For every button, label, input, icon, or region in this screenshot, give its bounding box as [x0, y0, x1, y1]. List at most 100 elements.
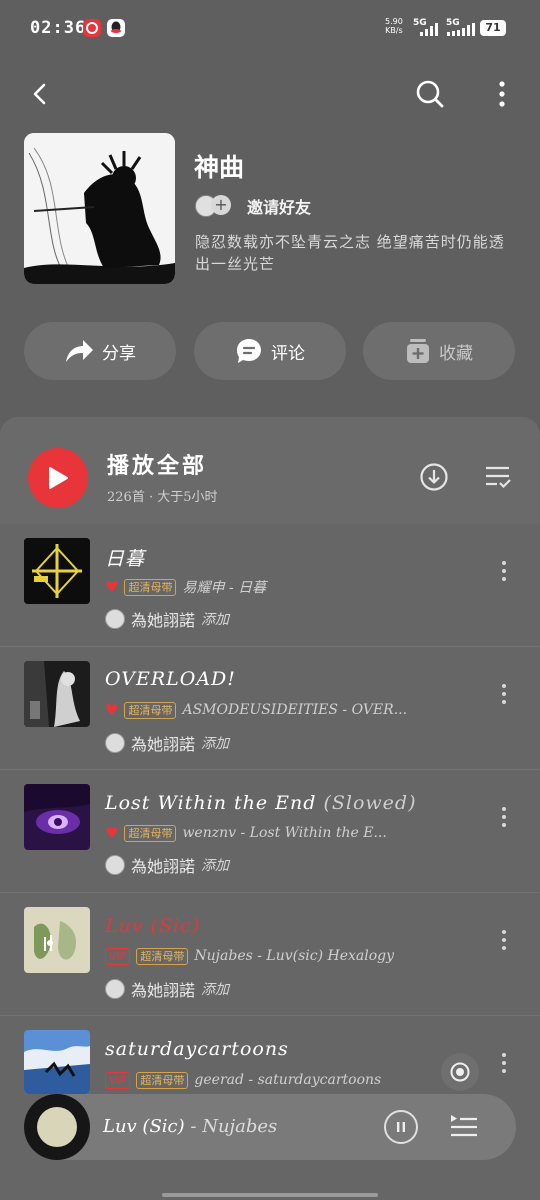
quality-tag: 超清母带 — [136, 1071, 189, 1089]
added-by: 為她詡諾 添加 — [105, 977, 229, 1001]
playlist-icon — [451, 1115, 477, 1137]
quality-tag: 超清母带 — [124, 824, 177, 842]
now-playing-text[interactable]: Luv (Sic) - Nujabes — [103, 1116, 277, 1137]
chevron-left-icon — [33, 83, 46, 105]
play-icon — [49, 467, 68, 489]
comment-label: 评论 — [271, 343, 305, 364]
more-button[interactable] — [482, 74, 522, 114]
queue-button[interactable] — [444, 1107, 484, 1147]
song-version: (Slowed) — [323, 792, 417, 814]
adder-avatar — [105, 855, 125, 875]
invite-plus-icon[interactable]: + — [211, 195, 231, 215]
status-time: 02:36 — [30, 18, 87, 38]
more-vertical-icon — [499, 81, 505, 107]
adder-name: 為她詡諾 — [131, 735, 196, 754]
now-playing-disc[interactable] — [24, 1094, 90, 1160]
song-meta: ♥ 超清母带 ASMODEUSIDEITIES - OVER... — [105, 701, 407, 719]
song-title: saturdaycartoons — [105, 1038, 289, 1060]
adder-avatar — [105, 609, 125, 629]
now-playing-title: Luv (Sic) — [103, 1116, 185, 1137]
net-speed-value: 5.90 — [385, 17, 403, 26]
liked-heart-icon[interactable]: ♥ — [105, 578, 118, 596]
collect-icon — [407, 339, 429, 363]
quality-tag: 超清母带 — [136, 947, 189, 965]
song-meta: VIP 超清母带 Nujabes - Luv(sic) Hexalogy — [105, 947, 394, 965]
song-info: Nujabes - Luv(sic) Hexalogy — [194, 948, 395, 964]
status-bar: 02:36 5.90 KB/s 5G 5G 71 — [0, 0, 540, 58]
comment-button[interactable]: 评论 — [194, 322, 346, 380]
song-info: ASMODEUSIDEITIES - OVER... — [182, 702, 408, 718]
search-icon — [416, 80, 444, 108]
share-button[interactable]: 分享 — [24, 322, 176, 380]
added-by: 為她詡諾 添加 — [105, 607, 229, 631]
song-title: Lost Within the End (Slowed) — [105, 792, 416, 814]
added-verb: 添加 — [201, 736, 230, 752]
adder-avatar — [105, 733, 125, 753]
vip-tag: VIP — [105, 947, 131, 965]
signal-icon — [447, 22, 475, 36]
list-check-icon — [486, 466, 511, 489]
song-more-button[interactable] — [494, 679, 514, 709]
locate-icon — [450, 1062, 470, 1082]
song-meta: VIP 超清母带 geerad - saturdaycartoons — [105, 1071, 381, 1089]
song-title: Luv (Sic) — [105, 915, 201, 937]
collect-button[interactable]: 收藏 — [363, 322, 515, 380]
back-button[interactable] — [20, 74, 60, 114]
locate-playing-button[interactable] — [441, 1053, 479, 1091]
song-thumbnail — [24, 661, 90, 727]
song-meta: ♥ 超清母带 wenznv - Lost Within the E... — [105, 824, 387, 842]
download-icon — [420, 463, 448, 491]
song-info: 易耀申 - 日暮 — [182, 580, 267, 596]
playlist-title: 神曲 — [194, 153, 245, 182]
signal-icon — [420, 22, 438, 36]
play-all-button[interactable] — [28, 448, 88, 508]
home-indicator[interactable] — [162, 1193, 378, 1197]
song-thumbnail — [24, 907, 90, 973]
song-thumbnail — [24, 784, 90, 850]
play-all-label[interactable]: 播放全部 — [107, 448, 207, 480]
song-title: OVERLOAD! — [105, 668, 236, 690]
song-title-text: Lost Within the End — [105, 792, 317, 814]
song-more-button[interactable] — [494, 556, 514, 586]
song-thumbnail — [24, 1030, 90, 1094]
quality-tag: 超清母带 — [124, 701, 177, 719]
song-info: geerad - saturdaycartoons — [194, 1072, 382, 1088]
song-count: 226首 · 大于5小时 — [107, 490, 218, 505]
net-speed-unit: KB/s — [385, 26, 403, 35]
song-more-button[interactable] — [494, 802, 514, 832]
song-title: 日暮 — [105, 548, 146, 570]
added-verb: 添加 — [201, 982, 230, 998]
share-label: 分享 — [102, 343, 136, 364]
playlist-description[interactable]: 隐忍数载亦不坠青云之志 绝望痛苦时仍能透出一丝光芒 — [195, 231, 515, 275]
liked-heart-icon[interactable]: ♥ — [105, 824, 118, 842]
share-icon — [66, 340, 93, 362]
netease-app-icon — [83, 19, 101, 37]
added-by: 為她詡諾 添加 — [105, 853, 229, 877]
qq-app-icon — [107, 19, 125, 37]
download-button[interactable] — [414, 457, 454, 497]
song-more-button[interactable] — [494, 925, 514, 955]
pause-button[interactable] — [384, 1110, 418, 1144]
pause-icon — [397, 1122, 405, 1132]
adder-name: 為她詡諾 — [131, 857, 196, 876]
invite-friends-link[interactable]: 邀请好友 — [247, 194, 311, 218]
now-playing-artist: Nujabes — [202, 1116, 278, 1137]
quality-tag: 超清母带 — [124, 578, 177, 596]
adder-avatar — [105, 979, 125, 999]
adder-name: 為她詡諾 — [131, 981, 196, 1000]
search-button[interactable] — [410, 74, 450, 114]
now-playing-cover — [37, 1107, 77, 1147]
added-by: 為她詡諾 添加 — [105, 731, 229, 755]
playlist-cover[interactable] — [24, 133, 175, 284]
comment-icon — [237, 339, 261, 363]
liked-heart-icon[interactable]: ♥ — [105, 701, 118, 719]
vip-tag: VIP — [105, 1071, 131, 1089]
net-speed: 5.90 KB/s — [385, 17, 403, 35]
added-verb: 添加 — [201, 612, 230, 628]
adder-name: 為她詡諾 — [131, 611, 196, 630]
multiselect-button[interactable] — [478, 457, 518, 497]
song-info: wenznv - Lost Within the E... — [182, 825, 387, 841]
song-thumbnail — [24, 538, 90, 604]
song-more-button[interactable] — [494, 1048, 514, 1078]
song-meta: ♥ 超清母带 易耀申 - 日暮 — [105, 578, 266, 596]
